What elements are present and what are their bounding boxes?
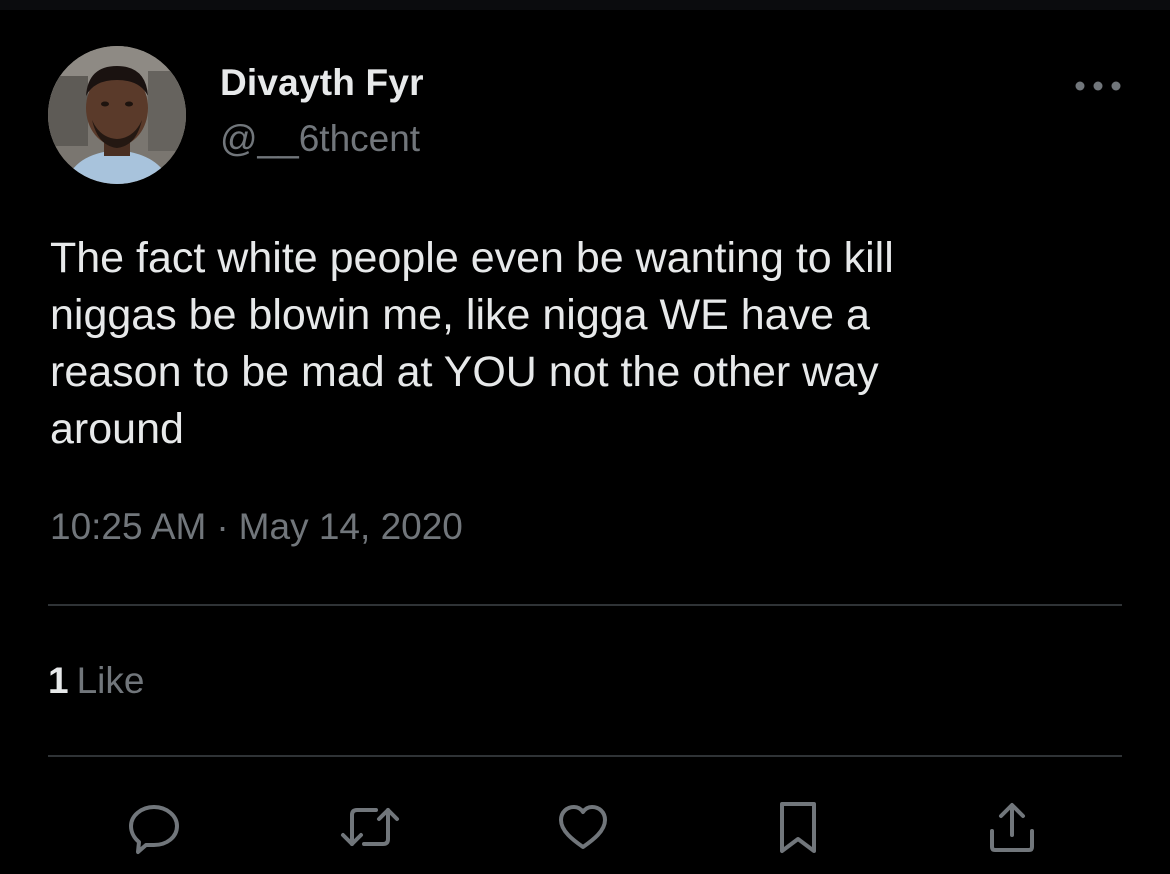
tweet-timestamp[interactable]: 10:25 AM · May 14, 2020 [50,506,463,548]
likes-count: 1 [48,660,69,701]
reply-button[interactable] [122,795,186,859]
likes-label: Like [76,660,145,701]
share-button[interactable] [980,795,1044,859]
author-handle[interactable]: @__6thcent [220,118,420,160]
reply-bubble-icon [129,805,179,854]
retweet-button[interactable] [338,795,402,859]
retweet-icon [341,808,399,846]
divider-bottom [48,755,1122,757]
more-horizontal-icon [1075,81,1121,91]
author-display-name[interactable]: Divayth Fyr [220,62,424,104]
bookmark-icon [780,802,816,853]
avatar-photo [48,46,186,184]
top-edge-bar [0,0,1170,10]
share-upload-icon [990,803,1034,852]
bookmark-button[interactable] [766,795,830,859]
more-options-button[interactable] [1070,64,1126,108]
like-button[interactable] [551,795,615,859]
divider-top [48,604,1122,606]
avatar[interactable] [48,46,186,184]
timestamp-separator: · [216,506,229,547]
tweet-date: May 14, 2020 [238,506,463,547]
likes-stat[interactable]: 1 Like [48,660,144,702]
heart-icon [559,805,607,849]
tweet-text: The fact white people even be wanting to… [50,234,894,453]
tweet-time: 10:25 AM [50,506,207,547]
